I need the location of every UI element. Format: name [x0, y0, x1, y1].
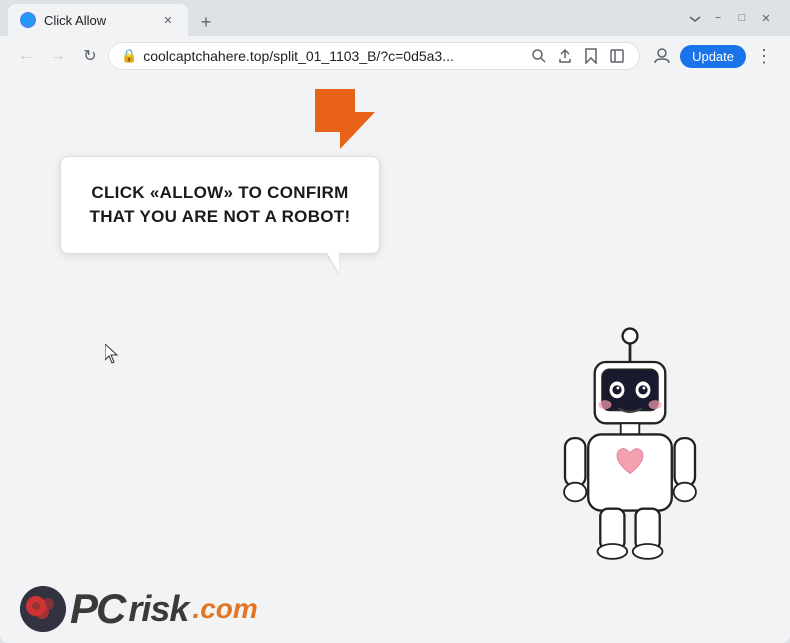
nav-bar: ← → ↻ 🔒 coolcaptchahere.top/split_01_110…	[0, 36, 790, 76]
close-button[interactable]: ✕	[758, 10, 774, 26]
forward-button[interactable]: →	[44, 42, 72, 70]
profile-icon[interactable]	[648, 42, 676, 70]
address-text: coolcaptchahere.top/split_01_1103_B/?c=0…	[143, 48, 523, 64]
tab-title: Click Allow	[44, 13, 152, 28]
tab-close-button[interactable]: ✕	[160, 12, 176, 28]
window-controls: − □ ✕	[688, 10, 782, 26]
share-icon[interactable]	[555, 46, 575, 66]
page-content: CLICK «ALLOW» TO CONFIRM THAT YOU ARE NO…	[0, 76, 790, 643]
orange-arrow-icon	[310, 84, 390, 164]
nav-right: Update ⋮	[648, 42, 778, 70]
pc-text: PC	[70, 585, 124, 633]
minimize-button[interactable]: −	[710, 10, 726, 26]
risk-text: risk	[128, 588, 188, 630]
pcrisk-watermark: PC risk .com	[20, 585, 258, 633]
robot-illustration	[530, 323, 730, 583]
bookmark-icon[interactable]	[581, 46, 601, 66]
sidebar-icon[interactable]	[607, 46, 627, 66]
active-tab[interactable]: 🌐 Click Allow ✕	[8, 4, 188, 36]
more-options-button[interactable]: ⋮	[750, 42, 778, 70]
back-button[interactable]: ←	[12, 42, 40, 70]
bubble-text: CLICK «ALLOW» TO CONFIRM THAT YOU ARE NO…	[89, 181, 351, 229]
chevron-down-icon	[688, 13, 702, 23]
maximize-button[interactable]: □	[734, 10, 750, 26]
reload-button[interactable]: ↻	[76, 42, 104, 70]
tab-favicon: 🌐	[20, 12, 36, 28]
address-bar[interactable]: 🔒 coolcaptchahere.top/split_01_1103_B/?c…	[108, 42, 640, 70]
pc-logo	[20, 586, 66, 632]
dotcom-text: .com	[192, 593, 257, 625]
lock-icon: 🔒	[121, 48, 137, 64]
address-bar-icons	[529, 46, 627, 66]
update-button[interactable]: Update	[680, 45, 746, 68]
mouse-cursor	[105, 344, 121, 369]
search-icon[interactable]	[529, 46, 549, 66]
tab-bar: 🌐 Click Allow ✕ +	[8, 0, 688, 36]
speech-bubble: CLICK «ALLOW» TO CONFIRM THAT YOU ARE NO…	[60, 156, 380, 254]
title-bar: 🌐 Click Allow ✕ + − □ ✕	[0, 0, 790, 36]
new-tab-button[interactable]: +	[192, 8, 220, 36]
chrome-window: 🌐 Click Allow ✕ + − □ ✕ ← → ↻ 🔒 coolcapt…	[0, 0, 790, 643]
